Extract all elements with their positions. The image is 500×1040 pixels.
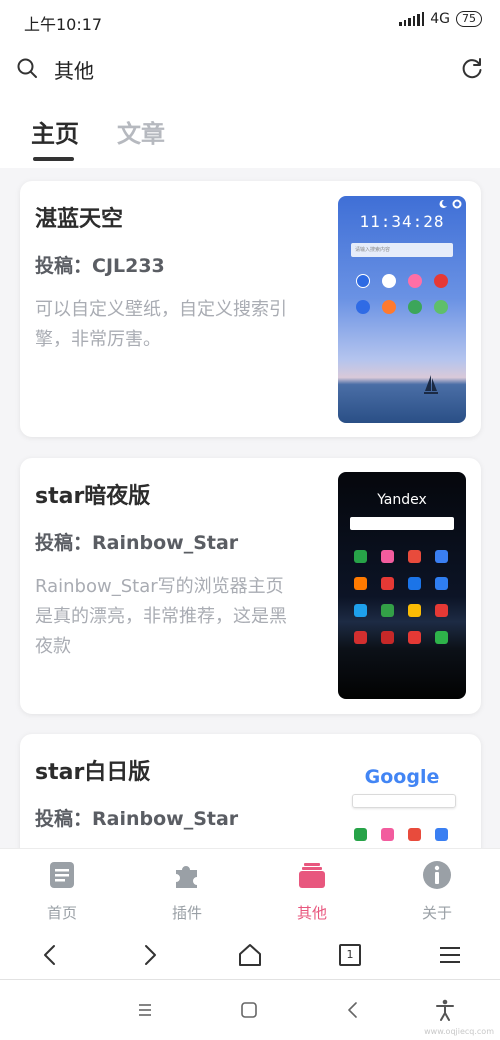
- status-bar: 上午10:17 4G 75: [0, 0, 500, 40]
- recents-icon[interactable]: [132, 997, 158, 1023]
- card-author: 投稿：CJL233: [35, 255, 165, 277]
- preview-app-grid: [354, 550, 454, 644]
- tab-bar: 主页 文章: [0, 96, 500, 168]
- moon-icon: [439, 199, 447, 208]
- tab-count: 1: [339, 944, 361, 966]
- back-arrow-icon[interactable]: [35, 940, 65, 970]
- card-title: star暗夜版: [35, 484, 151, 509]
- info-icon: [423, 861, 451, 889]
- bottom-nav: 首页 插件 其他 关于: [0, 848, 500, 930]
- preview-search-box: 请输入搜索内容: [351, 243, 453, 257]
- battery-icon: 75: [456, 11, 482, 27]
- back-icon[interactable]: [340, 997, 366, 1023]
- watermark: www.oqjiecq.com: [424, 1027, 494, 1036]
- card-description: Rainbow_Star写的浏览器主页是真的漂亮，非常推荐，这是黑夜款: [35, 576, 287, 657]
- search-icon[interactable]: [16, 57, 38, 79]
- preview-search-box: [350, 517, 454, 530]
- menu-icon[interactable]: [435, 940, 465, 970]
- puzzle-icon: [176, 866, 197, 888]
- card-title: star白日版: [35, 760, 151, 785]
- tab-active-indicator: [33, 157, 74, 161]
- nav-item-other[interactable]: 其他: [272, 859, 352, 923]
- home-square-icon[interactable]: [236, 997, 262, 1023]
- nav-label: 其他: [296, 904, 327, 922]
- accessibility-icon[interactable]: [432, 997, 458, 1023]
- sailboat-icon: [424, 375, 438, 394]
- nav-item-home[interactable]: 首页: [22, 859, 102, 923]
- status-time: 上午10:17: [24, 15, 103, 34]
- folder-icon: [299, 863, 325, 888]
- nav-label: 插件: [171, 904, 202, 922]
- tabs-button[interactable]: 1: [335, 940, 365, 970]
- tab-home[interactable]: 主页: [31, 114, 79, 149]
- card-description: 可以自定义壁纸，自定义搜索引擎，非常厉害。: [35, 299, 287, 350]
- browser-toolbar: 1: [0, 930, 500, 980]
- forward-arrow-icon[interactable]: [135, 940, 165, 970]
- signal-icon: [399, 12, 425, 26]
- nav-label: 首页: [46, 904, 77, 922]
- preview-app-grid: [356, 274, 452, 314]
- nav-label: 关于: [421, 904, 452, 922]
- home-icon[interactable]: [235, 940, 265, 970]
- system-nav-bar: www.oqjiecq.com: [0, 980, 500, 1040]
- theme-preview-image: 11:34:28 请输入搜索内容: [338, 196, 466, 423]
- theme-preview-image: Yandex: [338, 472, 466, 699]
- status-indicators: 4G 75: [399, 11, 482, 27]
- preview-brand: Google: [364, 766, 440, 788]
- network-type: 4G: [430, 11, 450, 27]
- top-bar: 其他: [0, 40, 500, 96]
- tab-article[interactable]: 文章: [117, 114, 165, 149]
- preview-search-box: [352, 794, 456, 808]
- nav-item-plugins[interactable]: 插件: [147, 859, 227, 923]
- page-title: 其他: [54, 59, 94, 83]
- nav-item-about[interactable]: 关于: [397, 859, 477, 923]
- theme-card[interactable]: 湛蓝天空 投稿：CJL233 可以自定义壁纸，自定义搜索引擎，非常厉害。 11:…: [20, 181, 481, 437]
- card-title: 湛蓝天空: [35, 207, 124, 232]
- card-author: 投稿：Rainbow_Star: [35, 532, 239, 554]
- gear-icon: [452, 199, 462, 209]
- document-icon: [50, 862, 74, 888]
- preview-app-grid: [354, 828, 454, 841]
- preview-clock: 11:34:28: [359, 212, 445, 231]
- refresh-icon[interactable]: [460, 56, 484, 80]
- preview-brand: Yandex: [377, 492, 427, 508]
- theme-card[interactable]: star暗夜版 投稿：Rainbow_Star Rainbow_Star写的浏览…: [20, 458, 481, 714]
- card-author: 投稿：Rainbow_Star: [35, 808, 239, 830]
